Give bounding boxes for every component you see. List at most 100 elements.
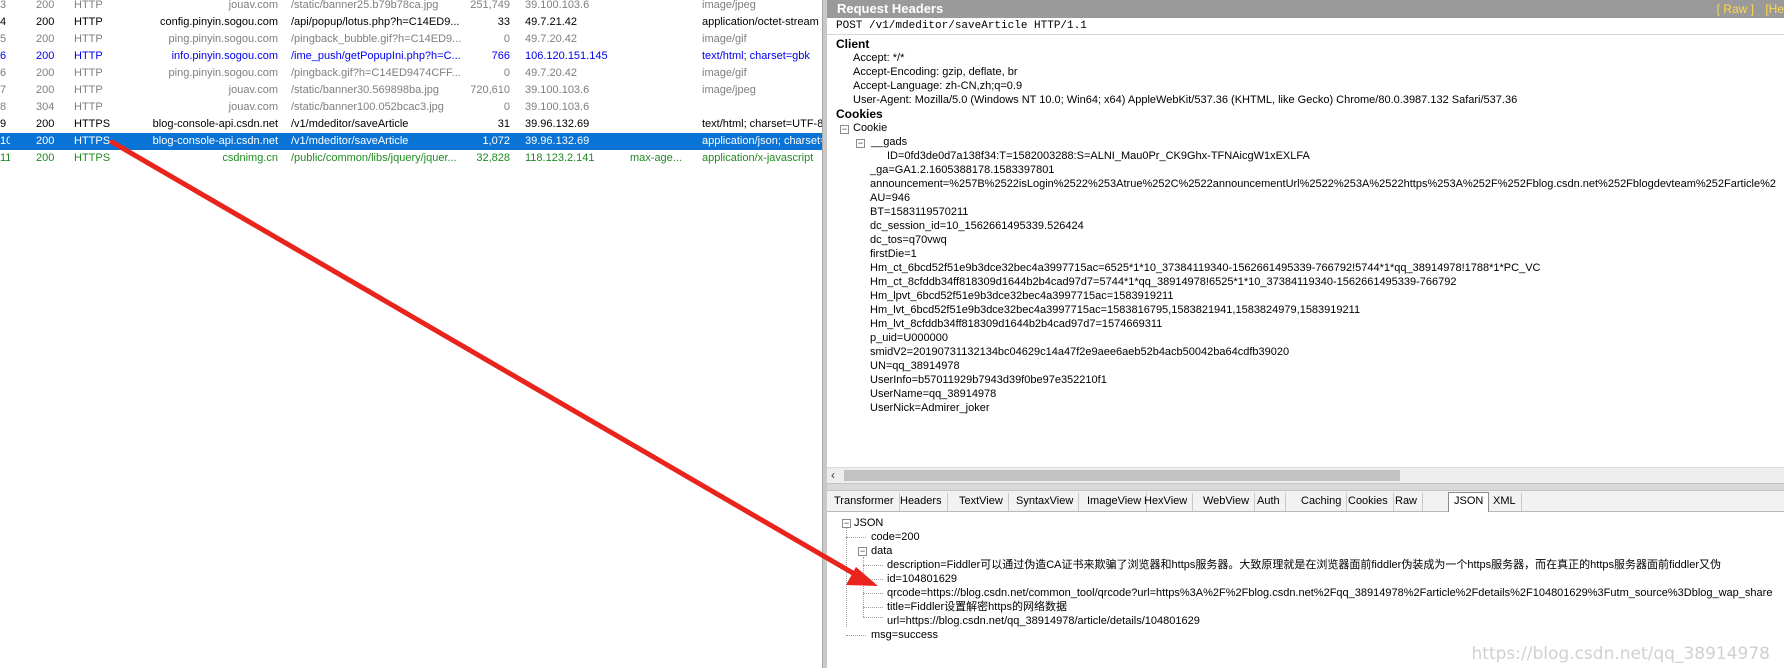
scrollbar-thumb[interactable] (844, 470, 1400, 481)
session-row[interactable]: 6 200 HTTP ping.pinyin.sogou.com/pingback.g… (0, 65, 822, 82)
row-number: 3 (0, 0, 7, 11)
row-host: blog-console-api.csdn.net (152, 118, 278, 130)
session-row[interactable]: 11 200 HTTPS csdnimg.cn/public/common/libs/… (0, 150, 822, 167)
session-row[interactable]: 5 200 HTTP ping.pinyin.sogou.com/pingback_b… (0, 31, 822, 48)
row-result: 200 (36, 33, 55, 45)
session-row[interactable]: 10 200 HTTPS blog-console-api.csdn.net/v1/m… (0, 133, 822, 150)
raw-link[interactable]: [ Raw ] (1717, 2, 1754, 16)
row-host: info.pinyin.sogou.com (171, 50, 278, 62)
row-number: 7 (0, 84, 7, 96)
cookie-line: announcement=%257B%2522isLogin%2522%253A… (870, 178, 1776, 190)
row-server-ip: 49.7.20.42 (525, 67, 577, 79)
row-host: config.pinyin.sogou.com (159, 16, 278, 28)
header-line: User-Agent: Mozilla/5.0 (Windows NT 10.0… (853, 94, 1518, 106)
inspector-splitter[interactable] (827, 483, 1784, 491)
row-result: 200 (36, 84, 55, 96)
request-headers-tree: Client Accept: */* Accept-Encoding: gzip… (827, 36, 1784, 467)
tab-cookies[interactable]: Cookies (1343, 493, 1394, 511)
collapse-toggle-icon[interactable]: − (840, 125, 849, 134)
session-row[interactable]: 6 200 HTTP info.pinyin.sogou.com/ime_push/g… (0, 48, 822, 65)
row-url: /public/common/libs/jquery/jquer... (291, 152, 457, 164)
json-description[interactable]: description=Fiddler可以通过伪造CA证书来欺骗了浏览器和htt… (887, 557, 1721, 573)
session-list[interactable]: 3 200 HTTP jouav.com/static/banner25.b79b78… (0, 0, 822, 668)
horizontal-scrollbar[interactable]: ‹ (827, 467, 1784, 483)
row-body-size: 33 (497, 16, 510, 28)
row-host: jouav.com (228, 84, 278, 96)
watermark-text: https://blog.csdn.net/qq_38914978 (1471, 644, 1770, 664)
collapse-toggle-icon[interactable]: − (858, 547, 867, 556)
row-server-ip: 49.7.21.42 (525, 16, 577, 28)
json-msg[interactable]: msg=success (871, 627, 938, 643)
row-body-size: 32,828 (476, 152, 510, 164)
session-row[interactable]: 7 200 HTTP jouav.com/static/banner30.569898… (0, 82, 822, 99)
row-host: jouav.com (228, 101, 278, 113)
tab-xml[interactable]: XML (1488, 493, 1522, 511)
row-result: 200 (36, 16, 55, 28)
tab-syntaxview[interactable]: SyntaxView (1011, 493, 1080, 511)
row-host: jouav.com (228, 0, 278, 11)
scroll-left-icon[interactable]: ‹ (831, 468, 835, 483)
tab-auth[interactable]: Auth (1252, 493, 1286, 511)
row-host: csdnimg.cn (222, 152, 278, 164)
row-protocol: HTTP (74, 33, 103, 45)
row-body-size: 766 (491, 50, 510, 62)
row-body-size: 31 (497, 118, 510, 130)
row-result: 200 (36, 118, 55, 130)
row-url: /v1/mdeditor/saveArticle (291, 135, 409, 147)
row-protocol: HTTP (74, 50, 103, 62)
row-result: 200 (36, 67, 55, 79)
collapse-toggle-icon[interactable]: − (856, 139, 865, 148)
row-result: 200 (36, 135, 55, 147)
tab-headers[interactable]: Headers (895, 493, 948, 511)
session-row[interactable]: 4 200 HTTP config.pinyin.sogou.com/api/popu… (0, 14, 822, 31)
session-row[interactable]: 9 200 HTTPS blog-console-api.csdn.net/v1/md… (0, 116, 822, 133)
row-protocol: HTTP (74, 67, 103, 79)
tab-imageview[interactable]: ImageView (1082, 493, 1148, 511)
row-body-size: 1,072 (482, 135, 510, 147)
row-result: 200 (36, 0, 55, 11)
row-body-size: 0 (503, 33, 510, 45)
inspector-pane: Request Headers [ Raw ] [He POST /v1/mde… (827, 0, 1784, 668)
row-body-size: 0 (503, 101, 510, 113)
row-url: /static/banner25.b79b78ca.jpg (291, 0, 439, 11)
tab-transformer[interactable]: Transformer (829, 493, 900, 511)
row-content-type: application/octet-stream (702, 16, 819, 28)
row-protocol: HTTP (74, 84, 103, 96)
row-host: ping.pinyin.sogou.com (168, 33, 278, 45)
row-content-type: text/html; charset=gbk (702, 50, 810, 62)
row-body-size: 0 (503, 67, 510, 79)
row-protocol: HTTPS (74, 135, 111, 147)
row-url: /v1/mdeditor/saveArticle (291, 118, 409, 130)
row-protocol: HTTP (74, 101, 103, 113)
request-headers-title: Request Headers (837, 1, 944, 16)
row-body-size: 251,749 (470, 0, 510, 11)
row-body-size: 720,610 (470, 84, 510, 96)
row-number: 11 (0, 152, 10, 164)
session-row[interactable]: 3 200 HTTP jouav.com/static/banner25.b79b78… (0, 0, 822, 14)
header-definitions-link[interactable]: [He (1765, 2, 1784, 16)
tab-textview[interactable]: TextView (954, 493, 1009, 511)
row-server-ip: 39.100.103.6 (525, 101, 590, 113)
tab-webview[interactable]: WebView (1198, 493, 1256, 511)
tab-hexview[interactable]: HexView (1139, 493, 1194, 511)
collapse-toggle-icon[interactable]: − (842, 519, 851, 528)
row-server-ip: 106.120.151.145 (525, 50, 608, 62)
tab-caching[interactable]: Caching (1296, 493, 1348, 511)
tab-raw[interactable]: Raw (1390, 493, 1424, 511)
row-protocol: HTTP (74, 0, 103, 11)
row-content-type: image/jpeg (702, 0, 756, 11)
row-url: /api/popup/lotus.php?h=C14ED9... (291, 16, 460, 28)
response-tab-strip: Transformer Headers TextView SyntaxView Imag… (827, 491, 1784, 512)
row-server-ip: 39.96.132.69 (525, 135, 590, 147)
row-url: /pingback_bubble.gif?h=C14ED9... (291, 33, 462, 45)
cookie-line: UserNick=Admirer_joker (870, 402, 990, 414)
row-url: /pingback.gif?h=C14ED9474CFF... (291, 67, 461, 79)
tab-json[interactable]: JSON (1448, 492, 1490, 512)
row-server-ip: 39.96.132.69 (525, 118, 590, 130)
row-number: 5 (0, 33, 7, 45)
session-row[interactable]: 8 304 HTTP jouav.com/static/banner100.052bc… (0, 99, 822, 116)
row-number: 6 (0, 50, 7, 62)
row-result: 304 (36, 101, 55, 113)
row-result: 200 (36, 50, 55, 62)
row-content-type: text/html; charset=UTF-8 (702, 118, 822, 130)
